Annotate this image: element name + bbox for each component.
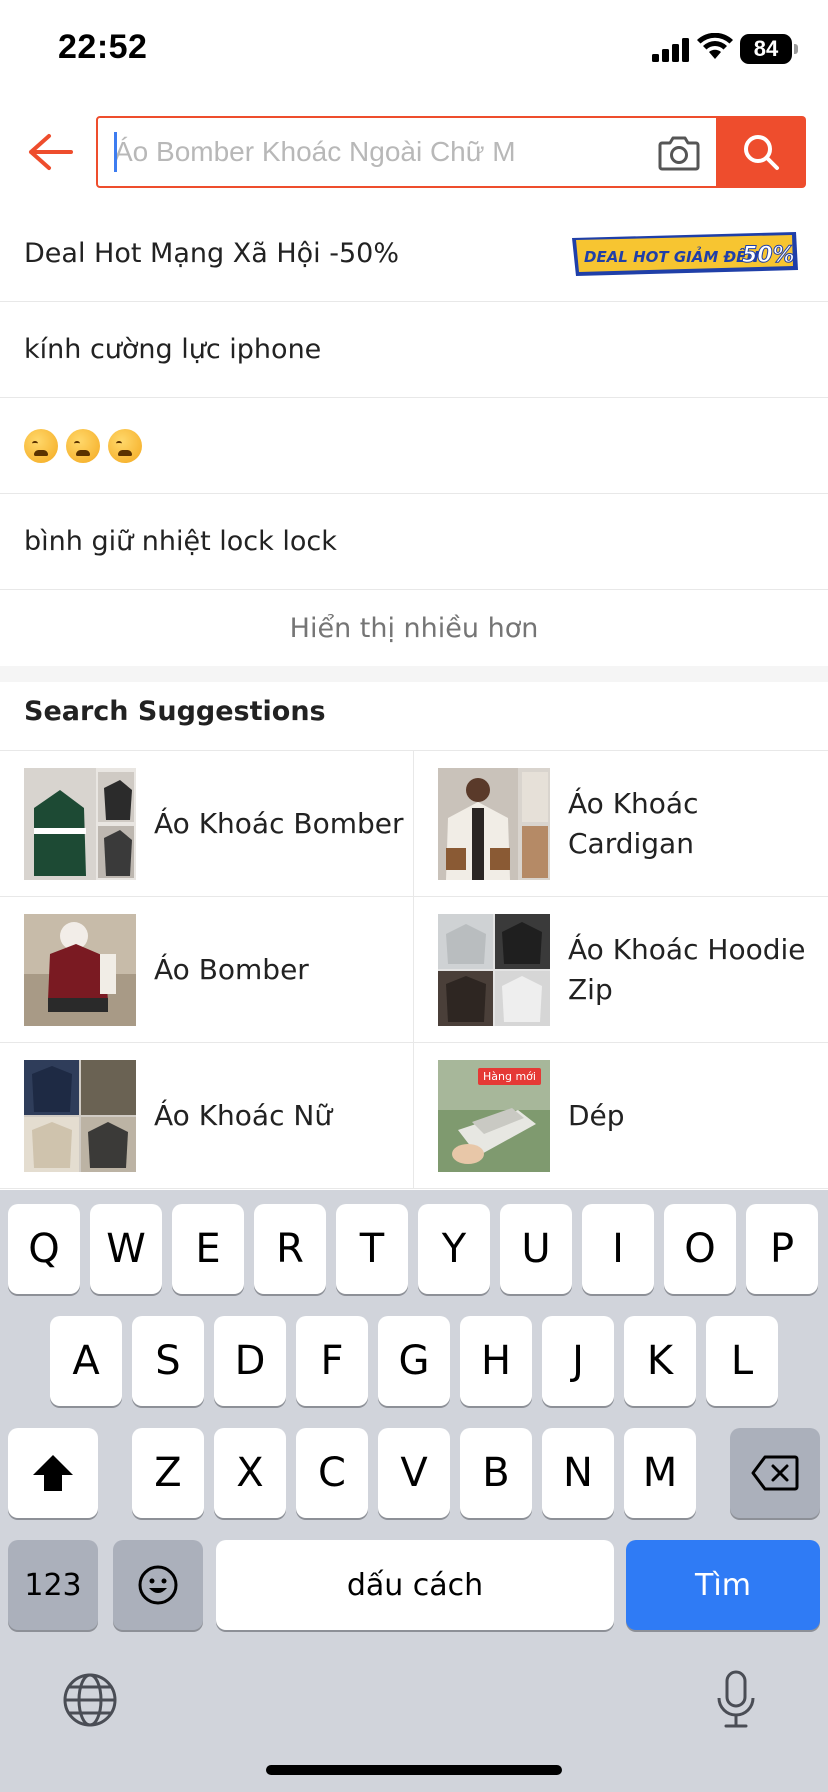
- product-thumbnail: [24, 1059, 136, 1172]
- space-key[interactable]: dấu cách: [216, 1540, 614, 1630]
- key-h[interactable]: H: [460, 1316, 532, 1406]
- product-thumbnail: [24, 913, 136, 1026]
- history-item-text: Deal Hot Mạng Xã Hội -50%: [24, 238, 399, 269]
- suggestion-item[interactable]: Áo Khoác Hoodie Zip: [414, 897, 828, 1042]
- cellular-signal-icon: [652, 38, 689, 62]
- deal-badge-percent: 50%: [742, 243, 795, 268]
- emoji-icon: [138, 1565, 178, 1605]
- key-r[interactable]: R: [254, 1204, 326, 1294]
- battery-level: 84: [740, 34, 792, 64]
- suggestion-label: Áo Khoác Nữ: [154, 1098, 333, 1132]
- key-p[interactable]: P: [746, 1204, 818, 1294]
- search-input[interactable]: [110, 126, 640, 178]
- key-a[interactable]: A: [50, 1316, 122, 1406]
- numbers-key[interactable]: 123: [8, 1540, 98, 1630]
- key-y[interactable]: Y: [418, 1204, 490, 1294]
- history-item[interactable]: [0, 398, 828, 494]
- show-more-button[interactable]: Hiển thị nhiều hơn: [0, 590, 828, 666]
- shift-arrow-icon: [33, 1455, 73, 1491]
- deal-hot-badge: DEAL HOT GIẢM ĐẾN 50%: [572, 232, 798, 276]
- suggestion-label: Áo Khoác Cardigan: [568, 786, 699, 860]
- key-v[interactable]: V: [378, 1428, 450, 1518]
- camera-search-button[interactable]: [654, 130, 704, 176]
- suggestion-label: Áo Bomber: [154, 952, 309, 986]
- key-b[interactable]: B: [460, 1428, 532, 1518]
- search-history: Deal Hot Mạng Xã Hội -50% DEAL HOT GIẢM …: [0, 206, 828, 682]
- history-item[interactable]: bình giữ nhiệt lock lock: [0, 494, 828, 590]
- key-m[interactable]: M: [624, 1428, 696, 1518]
- back-button[interactable]: [22, 120, 78, 184]
- search-button[interactable]: [716, 116, 806, 188]
- key-n[interactable]: N: [542, 1428, 614, 1518]
- backspace-icon: [751, 1455, 799, 1491]
- suggestion-item[interactable]: Áo Khoác Bomber: [0, 751, 414, 896]
- key-i[interactable]: I: [582, 1204, 654, 1294]
- history-item-text: bình giữ nhiệt lock lock: [24, 526, 337, 557]
- emoji-key[interactable]: [113, 1540, 203, 1630]
- wifi-icon: [697, 33, 733, 59]
- history-item-text: kính cường lực iphone: [24, 334, 322, 365]
- key-q[interactable]: Q: [8, 1204, 80, 1294]
- weary-face-icon: [24, 428, 58, 463]
- suggestion-item[interactable]: Áo Khoác Nữ: [0, 1043, 414, 1188]
- suggestion-label: Dép: [568, 1098, 625, 1132]
- key-o[interactable]: O: [664, 1204, 736, 1294]
- weary-face-emoji-row: [24, 428, 142, 463]
- dictation-button[interactable]: [706, 1666, 766, 1734]
- text-caret: [114, 132, 117, 172]
- key-j[interactable]: J: [542, 1316, 614, 1406]
- product-thumbnail: [438, 767, 550, 880]
- history-item[interactable]: Deal Hot Mạng Xã Hội -50% DEAL HOT GIẢM …: [0, 206, 828, 302]
- battery-indicator: 84: [740, 34, 798, 64]
- key-e[interactable]: E: [172, 1204, 244, 1294]
- suggestion-item[interactable]: Hàng mới Dép: [414, 1043, 828, 1188]
- suggestions-title: Search Suggestions: [24, 696, 326, 727]
- history-item[interactable]: kính cường lực iphone: [0, 302, 828, 398]
- suggestion-label: Áo Khoác Bomber: [154, 806, 404, 840]
- key-x[interactable]: X: [214, 1428, 286, 1518]
- search-return-key[interactable]: Tìm: [626, 1540, 820, 1630]
- battery-cap: [794, 44, 798, 54]
- globe-button[interactable]: [60, 1670, 120, 1730]
- on-screen-keyboard: Q W E R T Y U I O P A S D F G H J K L Z …: [0, 1190, 828, 1792]
- backspace-key[interactable]: [730, 1428, 820, 1518]
- key-g[interactable]: G: [378, 1316, 450, 1406]
- suggestion-item[interactable]: Áo Khoác Cardigan: [414, 751, 828, 896]
- key-k[interactable]: K: [624, 1316, 696, 1406]
- new-item-tag: Hàng mới: [478, 1067, 541, 1085]
- globe-icon: [63, 1673, 117, 1727]
- status-time: 22:52: [58, 28, 148, 66]
- product-thumbnail: Hàng mới: [438, 1059, 550, 1172]
- key-z[interactable]: Z: [132, 1428, 204, 1518]
- status-bar: 22:52 84: [0, 0, 828, 100]
- product-thumbnail: [24, 767, 136, 880]
- suggestion-label: Áo Khoác Hoodie Zip: [568, 932, 806, 1006]
- home-indicator: [266, 1765, 562, 1775]
- camera-icon: [658, 136, 700, 171]
- key-t[interactable]: T: [336, 1204, 408, 1294]
- suggestions-grid: Áo Khoác Bomber Áo Khoác Cardigan Áo Bom…: [0, 750, 828, 1189]
- arrow-left-icon: [29, 134, 73, 170]
- weary-face-icon: [108, 428, 142, 463]
- key-l[interactable]: L: [706, 1316, 778, 1406]
- suggestion-item[interactable]: Áo Bomber: [0, 897, 414, 1042]
- key-u[interactable]: U: [500, 1204, 572, 1294]
- deal-badge-text: DEAL HOT GIẢM ĐẾN: [584, 245, 759, 266]
- product-thumbnail: [438, 913, 550, 1026]
- microphone-icon: [717, 1670, 755, 1728]
- shift-key[interactable]: [8, 1428, 98, 1518]
- search-bar: [96, 116, 806, 188]
- weary-face-icon: [66, 428, 100, 463]
- key-w[interactable]: W: [90, 1204, 162, 1294]
- search-icon: [744, 135, 779, 170]
- key-f[interactable]: F: [296, 1316, 368, 1406]
- key-d[interactable]: D: [214, 1316, 286, 1406]
- section-divider: [0, 666, 828, 682]
- key-s[interactable]: S: [132, 1316, 204, 1406]
- key-c[interactable]: C: [296, 1428, 368, 1518]
